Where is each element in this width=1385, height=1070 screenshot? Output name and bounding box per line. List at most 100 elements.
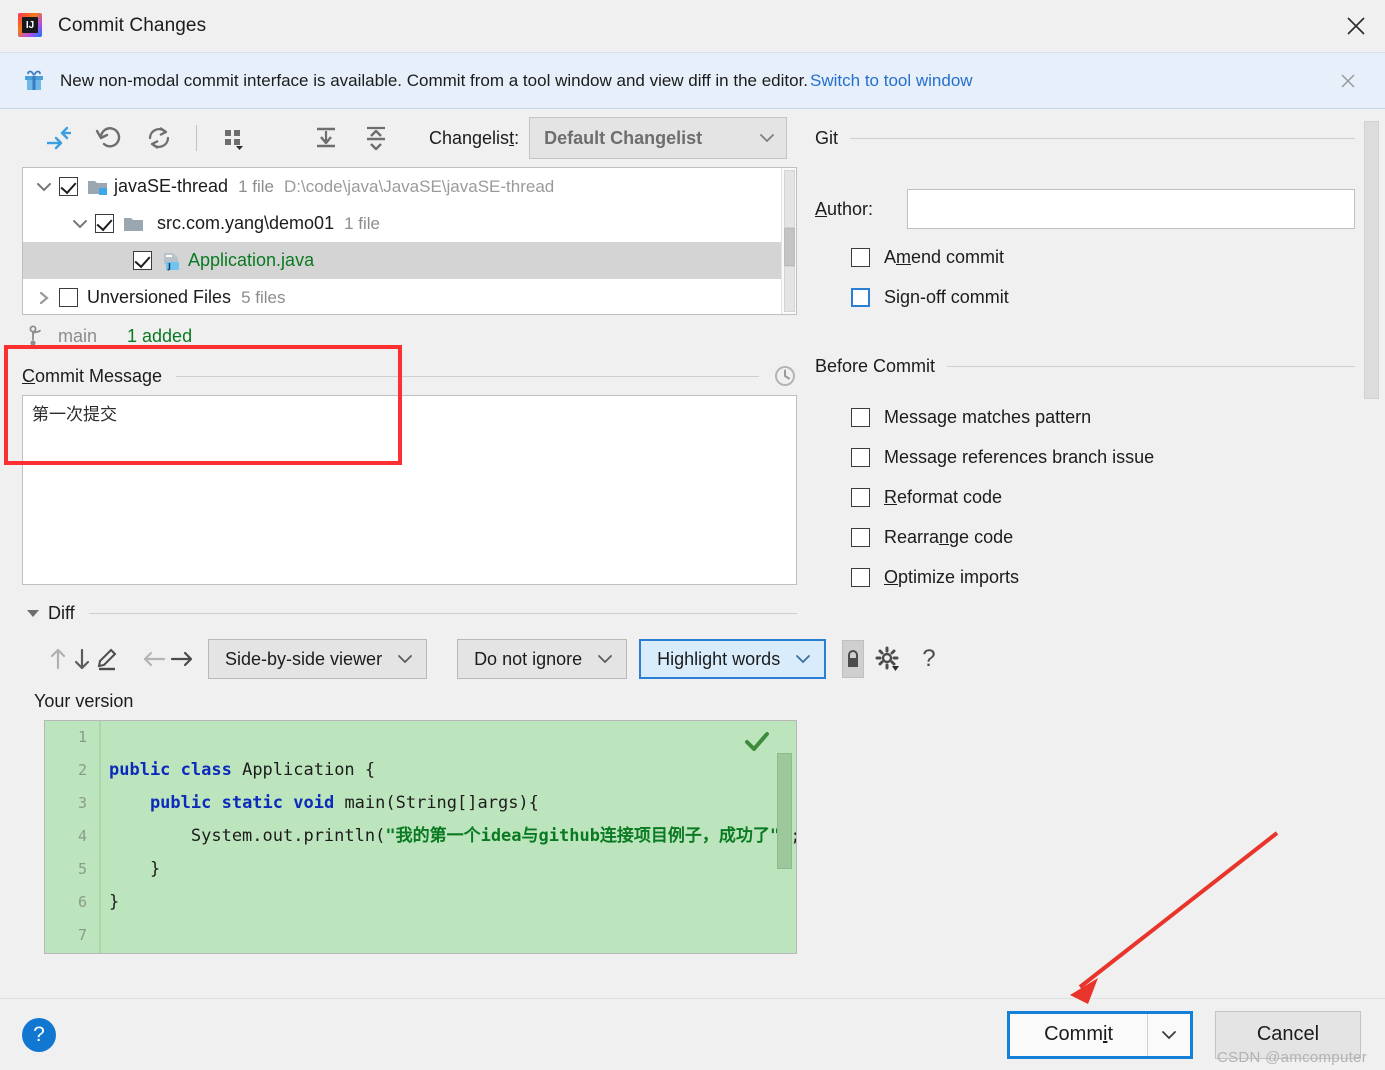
before-commit-header: Before Commit <box>815 351 1385 381</box>
row-checkbox[interactable] <box>133 251 152 270</box>
code-line: System.out.println("我的第一个idea与github连接项目… <box>109 820 796 853</box>
code-token: } <box>109 859 161 879</box>
amend-commit-label: Amend commit <box>884 246 1005 267</box>
help-button[interactable]: ? <box>22 1017 56 1052</box>
tree-row-name: Application.java <box>188 250 315 270</box>
java-file-icon: J <box>161 252 183 271</box>
switch-to-tool-window-link[interactable]: Switch to tool window <box>810 71 973 91</box>
chevron-down-icon <box>792 653 814 665</box>
vcs-toolbar: Changelist: Default Changelist <box>0 109 815 167</box>
banner-close-icon[interactable] <box>1337 70 1359 92</box>
commit-message-input[interactable]: 第一次提交 <box>22 395 797 585</box>
divider <box>176 375 759 377</box>
tree-scrollbar[interactable] <box>781 168 796 314</box>
clock-icon[interactable] <box>773 364 797 388</box>
commit-dropdown-arrow[interactable] <box>1148 1013 1190 1056</box>
group-by-icon[interactable] <box>209 118 259 158</box>
tree-row[interactable]: Unversioned Files 5 files <box>23 279 796 314</box>
highlight-mode-dropdown[interactable]: Highlight words <box>639 639 827 679</box>
arrow-left-icon[interactable] <box>140 638 168 680</box>
code-token: class <box>180 760 243 780</box>
chevron-down-icon[interactable] <box>65 218 95 230</box>
revert-icon[interactable] <box>84 118 134 158</box>
close-icon[interactable] <box>1327 0 1385 52</box>
expand-all-icon[interactable] <box>301 118 351 158</box>
rearrange-code-row[interactable]: Rearrange code <box>815 517 1385 557</box>
tree-row-name: Unversioned Files <box>87 287 232 307</box>
message-references-branch-issue-row[interactable]: Message references branch issue <box>815 437 1385 477</box>
branch-status: 1 added <box>127 325 193 346</box>
intellij-idea-icon: IJ <box>18 13 44 39</box>
next-difference-icon[interactable] <box>70 638 94 680</box>
changelist-dropdown[interactable]: Default Changelist <box>529 117 788 159</box>
row-checkbox[interactable] <box>95 214 114 233</box>
diff-section: Diff Side-by-side viewer Do not ignore H… <box>0 595 936 954</box>
commit-button[interactable]: Comm i t <box>1007 1010 1193 1059</box>
code-token: static <box>221 793 294 813</box>
tree-row[interactable]: javaSE-thread 1 file D:\code\java\JavaSE… <box>23 168 796 205</box>
tree-row-path: D:\code\java\JavaSE\javaSE-thread <box>284 176 555 196</box>
tree-row[interactable]: J Application.java <box>23 242 796 279</box>
previous-difference-icon[interactable] <box>46 638 70 680</box>
chevron-down-icon <box>756 132 778 144</box>
tree-row-name: src.com.yang\demo01 <box>157 213 335 233</box>
edit-source-icon[interactable] <box>94 638 120 680</box>
arrow-right-icon[interactable] <box>168 638 196 680</box>
diff-code-area[interactable]: 1 2 3 4 5 6 7 public class Application {… <box>44 720 797 954</box>
chevron-right-icon[interactable] <box>29 291 59 305</box>
commit-message-section: Commit Message 第一次提交 <box>0 345 815 585</box>
ignore-mode-value: Do not ignore <box>474 648 583 669</box>
amend-commit-checkbox[interactable] <box>851 247 870 267</box>
ignore-mode-dropdown[interactable]: Do not ignore <box>457 639 628 679</box>
message-references-branch-issue-checkbox[interactable] <box>851 447 870 467</box>
line-number: 5 <box>77 860 87 878</box>
optimize-imports-row[interactable]: Optimize imports <box>815 557 1385 597</box>
optimize-imports-label: Optimize imports <box>884 566 1020 587</box>
refresh-icon[interactable] <box>134 118 184 158</box>
row-checkbox[interactable] <box>59 177 78 196</box>
message-matches-pattern-row[interactable]: Message matches pattern <box>815 397 1385 437</box>
message-matches-pattern-checkbox[interactable] <box>851 407 870 427</box>
code-token: void <box>293 793 345 813</box>
chevron-down-icon <box>594 653 616 665</box>
collapse-all-icon[interactable] <box>351 118 401 158</box>
code-line: public static void main(String[]args){ <box>109 787 796 820</box>
divider <box>947 365 1355 367</box>
viewer-mode-dropdown[interactable]: Side-by-side viewer <box>208 639 428 679</box>
author-field[interactable] <box>907 189 1355 229</box>
row-checkbox[interactable] <box>59 288 78 307</box>
tree-row[interactable]: src.com.yang\demo01 1 file <box>23 205 796 242</box>
branch-status-bar: main 1 added <box>0 315 815 357</box>
code-scrollbar[interactable] <box>777 753 792 869</box>
optimize-imports-checkbox[interactable] <box>851 567 870 587</box>
svg-text:J: J <box>167 262 171 271</box>
code-token: main(String[]args){ <box>344 793 539 813</box>
code-token: public <box>109 760 181 780</box>
git-section-title: Git <box>815 127 839 148</box>
tree-row-meta: 1 file <box>344 213 381 233</box>
dialog-footer: ? Comm i t Cancel CSDN @amcomputer <box>0 998 1385 1070</box>
message-references-branch-issue-label: Message references branch issue <box>884 446 1155 467</box>
sign-off-commit-checkbox[interactable] <box>851 287 870 307</box>
code-token: public <box>109 793 222 813</box>
gift-icon <box>22 69 46 93</box>
chevron-down-icon[interactable] <box>29 181 59 193</box>
changed-files-tree[interactable]: javaSE-thread 1 file D:\code\java\JavaSE… <box>22 167 797 315</box>
divider <box>88 612 797 614</box>
green-check-icon <box>744 731 770 753</box>
amend-commit-checkbox-row[interactable]: Amend commit <box>815 237 1385 277</box>
before-commit-title: Before Commit <box>815 355 936 376</box>
git-pane-scrollbar[interactable] <box>1364 121 1379 399</box>
title-bar: IJ Commit Changes <box>0 0 1385 52</box>
rearrange-code-checkbox[interactable] <box>851 527 870 547</box>
reformat-code-row[interactable]: Reformat code <box>815 477 1385 517</box>
git-branch-icon <box>28 325 48 347</box>
show-diff-icon[interactable] <box>34 118 84 158</box>
triangle-down-icon[interactable] <box>22 607 44 619</box>
sign-off-commit-checkbox-row[interactable]: Sign-off commit <box>815 277 1385 317</box>
toolbar-separator <box>196 125 197 151</box>
reformat-code-checkbox[interactable] <box>851 487 870 507</box>
git-options-pane: Git Author: Amend commit Sign-off commit… <box>815 109 1385 998</box>
